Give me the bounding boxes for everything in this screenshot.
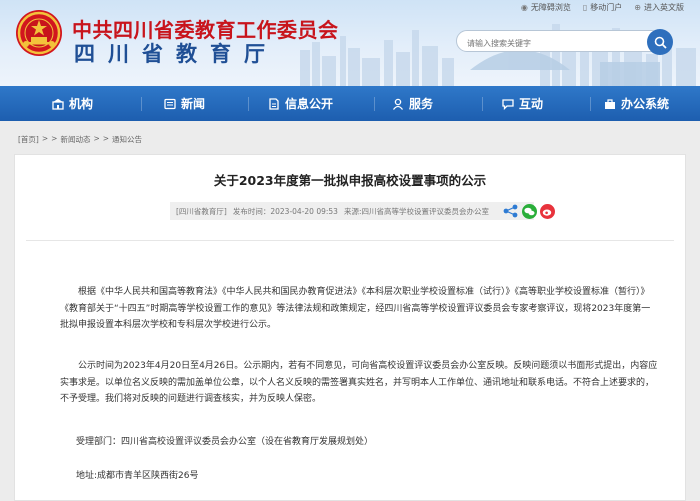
news-icon [164, 98, 176, 109]
search-icon [654, 36, 667, 49]
nav-item-news[interactable]: 新闻 [164, 86, 205, 121]
weibo-icon [539, 203, 555, 219]
accessibility-icon: ◉ [520, 3, 528, 12]
accessibility-link[interactable]: ◉ 无障碍浏览 [521, 2, 571, 13]
breadcrumb-separator: > [41, 134, 49, 143]
accessibility-label: 无障碍浏览 [530, 3, 571, 12]
wechat-share-button[interactable] [521, 203, 537, 219]
article-paragraph: 公示时间为2023年4月20日至4月26日。公示期内，若有不同意见，可向省高校设… [60, 361, 658, 404]
meta-published-time: 发布时间：2023-04-20 09:53 [232, 206, 338, 216]
main-nav: 机构 新闻 信息公开 服务 互动 办公系统 [0, 86, 700, 121]
info-icon [269, 97, 279, 110]
breadcrumb-home[interactable]: [首页] [18, 134, 39, 145]
mobile-portal-link[interactable]: ▯ 移动门户 [583, 2, 622, 13]
article-meta: [四川省教育厅] 发布时间：2023-04-20 09:53 来源:四川省高等学… [170, 202, 534, 220]
nav-label-info: 信息公开 [285, 97, 334, 111]
nav-item-office[interactable]: 办公系统 [604, 86, 669, 121]
nav-label-news: 新闻 [181, 97, 206, 111]
breadcrumb-separator: > [93, 134, 100, 143]
top-links: ◉ 无障碍浏览 ▯ 移动门户 ⊕ 进入英文版 [521, 2, 684, 13]
meta-divider [26, 240, 674, 241]
nav-item-interact[interactable]: 互动 [502, 86, 543, 121]
meta-origin: 来源:四川省高等学校设置评议委员会办公室 [343, 206, 489, 216]
breadcrumb-separator: > [51, 134, 58, 143]
breadcrumb-news[interactable]: 新闻动态 [60, 134, 90, 145]
nav-label-interact: 互动 [519, 97, 544, 111]
site-subtitle: 四川省教育厅 [74, 42, 278, 66]
contact-address: 地址:成都市青羊区陕西街26号 [76, 471, 199, 481]
nav-label-office: 办公系统 [621, 97, 670, 111]
english-version-link[interactable]: ⊕ 进入英文版 [634, 2, 684, 13]
site-header: 中共四川省委教育工作委员会 四川省教育厅 ◉ 无障碍浏览 ▯ 移动门户 ⊕ 进入… [0, 0, 700, 86]
breadcrumb: [首页] > > 新闻动态 > > 通知公告 [18, 134, 142, 145]
office-icon [605, 98, 615, 109]
nav-item-info[interactable]: 信息公开 [268, 86, 333, 121]
english-icon: ⊕ [634, 3, 641, 12]
search-button[interactable] [647, 29, 673, 55]
nav-divider [141, 97, 142, 111]
interact-icon [502, 98, 514, 110]
search-input[interactable] [457, 33, 627, 54]
mobile-portal-label: 移动门户 [590, 3, 623, 12]
national-emblem-icon [16, 10, 62, 56]
search-box [456, 29, 673, 55]
nav-divider [248, 97, 249, 111]
nav-divider [374, 97, 375, 111]
breadcrumb-notices[interactable]: 通知公告 [112, 134, 142, 145]
service-icon [392, 98, 404, 110]
breadcrumb-separator: > [102, 134, 110, 143]
english-version-label: 进入英文版 [644, 3, 684, 12]
meta-source-tag: [四川省教育厅] [176, 206, 227, 216]
accepting-department: 受理部门：四川省高校设置评议委员会办公室（设在省教育厅发展规划处） [76, 437, 374, 447]
article-title: 关于2023年度第一批拟申报高校设置事项的公示 [213, 173, 487, 188]
nav-label-service: 服务 [409, 97, 434, 111]
mobile-icon: ▯ [582, 3, 588, 12]
org-icon [52, 98, 64, 110]
share-button[interactable] [502, 203, 520, 219]
weibo-share-button[interactable] [539, 203, 555, 219]
nav-item-org[interactable]: 机构 [52, 86, 93, 121]
nav-divider [482, 97, 483, 111]
nav-label-org: 机构 [69, 97, 94, 111]
article-paragraph: 根据《中华人民共和国高等教育法》《中华人民共和国民办教育促进法》《本科层次职业学… [60, 287, 651, 330]
share-icon [503, 204, 518, 218]
wechat-icon [521, 203, 537, 219]
nav-item-service[interactable]: 服务 [392, 86, 433, 121]
nav-divider [590, 97, 591, 111]
